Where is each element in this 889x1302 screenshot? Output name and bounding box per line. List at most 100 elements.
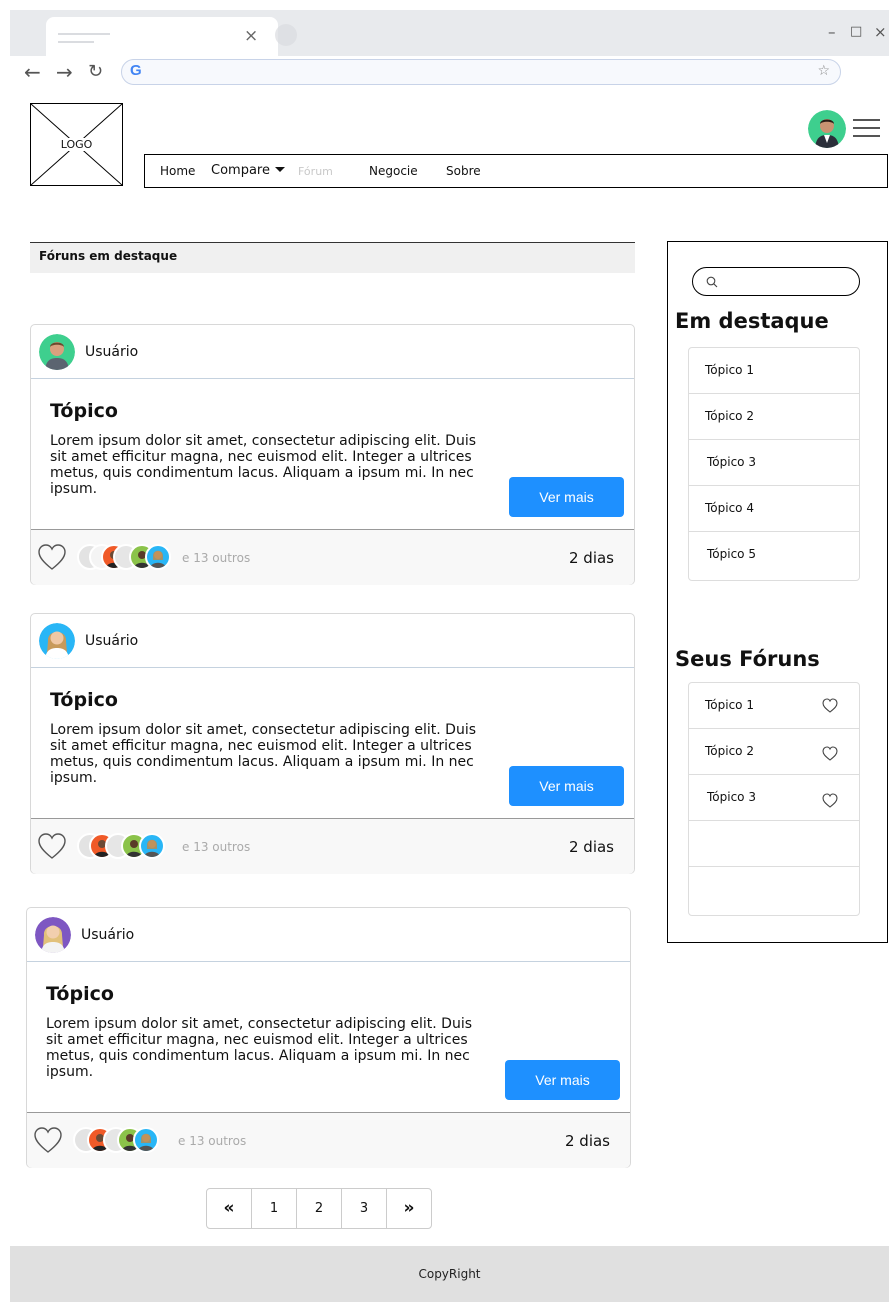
nav-home[interactable]: Home xyxy=(160,164,195,178)
avatar-woman-icon xyxy=(35,917,71,953)
topic-label: Tópico 3 xyxy=(707,790,756,804)
nav-negocie[interactable]: Negocie xyxy=(369,164,418,178)
nav-compare[interactable]: Compare xyxy=(211,163,285,178)
post-age: 2 dias xyxy=(568,549,614,567)
see-more-button[interactable]: Ver mais xyxy=(509,477,624,517)
browser-toolbar: ← → ↻ G ☆ ⋮ xyxy=(10,56,889,90)
heart-icon[interactable] xyxy=(822,746,838,761)
footer: CopyRight xyxy=(10,1246,889,1302)
forum-post-card: Usuário Tópico Lorem ipsum dolor sit ame… xyxy=(30,324,635,585)
post-author-avatar[interactable] xyxy=(39,623,75,659)
tab-close-icon[interactable]: × xyxy=(244,26,258,46)
nav-forum[interactable]: Fórum xyxy=(298,165,333,178)
chevron-down-icon xyxy=(274,167,285,172)
site-logo[interactable]: LOGO xyxy=(30,103,123,186)
participant-avatars[interactable] xyxy=(73,1127,173,1153)
restore-icon[interactable]: □ xyxy=(850,23,862,41)
participant-avatar xyxy=(145,544,171,570)
post-header: Usuário xyxy=(31,614,634,668)
post-author-name[interactable]: Usuário xyxy=(85,344,138,360)
post-footer: e 13 outros 2 dias xyxy=(31,818,634,874)
avatar-woman-icon xyxy=(39,623,75,659)
search-icon xyxy=(706,276,718,288)
new-tab-button[interactable] xyxy=(275,24,297,46)
forum-post-card: Usuário Tópico Lorem ipsum dolor sit ame… xyxy=(30,613,635,874)
featured-topic-item[interactable]: Tópico 3 xyxy=(689,440,859,486)
hamburger-menu-icon[interactable] xyxy=(853,119,880,139)
copyright-text: CopyRight xyxy=(418,1267,481,1281)
topic-label: Tópico 2 xyxy=(705,744,754,758)
heart-icon[interactable] xyxy=(822,793,838,808)
post-author-name[interactable]: Usuário xyxy=(85,633,138,649)
post-footer: e 13 outros 2 dias xyxy=(31,529,634,585)
post-author-name[interactable]: Usuário xyxy=(81,927,134,943)
participants-count[interactable]: e 13 outros xyxy=(182,840,250,854)
nav-sobre[interactable]: Sobre xyxy=(446,164,481,178)
google-icon: G xyxy=(130,62,142,79)
participant-avatars[interactable] xyxy=(77,833,177,859)
search-input[interactable] xyxy=(692,267,860,296)
post-author-avatar[interactable] xyxy=(35,917,71,953)
first-page-button[interactable]: « xyxy=(207,1189,252,1228)
featured-topic-item[interactable]: Tópico 5 xyxy=(689,532,859,578)
post-age: 2 dias xyxy=(568,838,614,856)
my-forum-item[interactable]: Tópico 3 xyxy=(689,775,859,821)
participants-count[interactable]: e 13 outros xyxy=(178,1134,246,1148)
address-bar[interactable]: G ☆ xyxy=(121,59,841,85)
minimize-icon[interactable]: – xyxy=(828,23,836,41)
back-icon[interactable]: ← xyxy=(24,60,41,84)
featured-topics-title: Em destaque xyxy=(675,309,829,333)
topic-label: Tópico 4 xyxy=(705,501,754,515)
forum-post-card: Usuário Tópico Lorem ipsum dolor sit ame… xyxy=(26,907,631,1168)
post-title[interactable]: Tópico xyxy=(50,400,118,422)
main-navbar: Home Compare Fórum Negocie Sobre xyxy=(144,154,888,188)
topic-label: Tópico 3 xyxy=(707,455,756,469)
browser-tab[interactable]: × xyxy=(46,17,278,57)
heart-icon[interactable] xyxy=(37,832,67,860)
post-title[interactable]: Tópico xyxy=(50,689,118,711)
featured-topics-list: Tópico 1 Tópico 2 Tópico 3 Tópico 4 Tópi… xyxy=(688,347,860,581)
logo-text: LOGO xyxy=(59,138,94,151)
my-forum-item[interactable] xyxy=(689,821,859,867)
post-title[interactable]: Tópico xyxy=(46,983,114,1005)
page-1-button[interactable]: 1 xyxy=(252,1189,297,1228)
my-forum-item[interactable]: Tópico 2 xyxy=(689,729,859,775)
post-header: Usuário xyxy=(31,325,634,379)
featured-forums-bar: Fóruns em destaque xyxy=(30,242,635,273)
heart-icon[interactable] xyxy=(37,543,67,571)
post-excerpt: Lorem ipsum dolor sit amet, consectetur … xyxy=(46,1016,473,1080)
heart-icon[interactable] xyxy=(33,1126,63,1154)
window-close-icon[interactable]: × xyxy=(874,23,887,41)
reload-icon[interactable]: ↻ xyxy=(88,60,103,84)
featured-topic-item[interactable]: Tópico 2 xyxy=(689,394,859,440)
forward-icon[interactable]: → xyxy=(56,60,73,84)
post-excerpt: Lorem ipsum dolor sit amet, consectetur … xyxy=(50,433,477,497)
bookmark-star-icon[interactable]: ☆ xyxy=(817,63,830,79)
participant-avatar xyxy=(133,1127,159,1153)
page-2-button[interactable]: 2 xyxy=(297,1189,342,1228)
topic-label: Tópico 5 xyxy=(707,547,756,561)
heart-icon[interactable] xyxy=(822,698,838,713)
topic-label: Tópico 1 xyxy=(705,363,754,377)
last-page-button[interactable]: » xyxy=(387,1189,431,1228)
participants-count[interactable]: e 13 outros xyxy=(182,551,250,565)
tab-title-placeholder xyxy=(58,33,110,35)
tab-title-placeholder xyxy=(58,41,94,43)
my-forums-title: Seus Fóruns xyxy=(675,647,820,671)
post-author-avatar[interactable] xyxy=(39,334,75,370)
see-more-button[interactable]: Ver mais xyxy=(505,1060,620,1100)
my-forum-item[interactable]: Tópico 1 xyxy=(689,683,859,729)
see-more-button[interactable]: Ver mais xyxy=(509,766,624,806)
participant-avatars[interactable] xyxy=(77,544,177,570)
page-3-button[interactable]: 3 xyxy=(342,1189,387,1228)
my-forum-item[interactable] xyxy=(689,867,859,913)
topic-label: Tópico 1 xyxy=(705,698,754,712)
featured-topic-item[interactable]: Tópico 1 xyxy=(689,348,859,394)
sidebar: Em destaque Tópico 1 Tópico 2 Tópico 3 T… xyxy=(667,241,888,943)
participant-avatar xyxy=(139,833,165,859)
my-forums-list: Tópico 1 Tópico 2 Tópico 3 xyxy=(688,682,860,916)
avatar-man-icon xyxy=(39,334,75,370)
nav-compare-label: Compare xyxy=(211,163,270,178)
user-avatar[interactable] xyxy=(808,110,846,148)
featured-topic-item[interactable]: Tópico 4 xyxy=(689,486,859,532)
